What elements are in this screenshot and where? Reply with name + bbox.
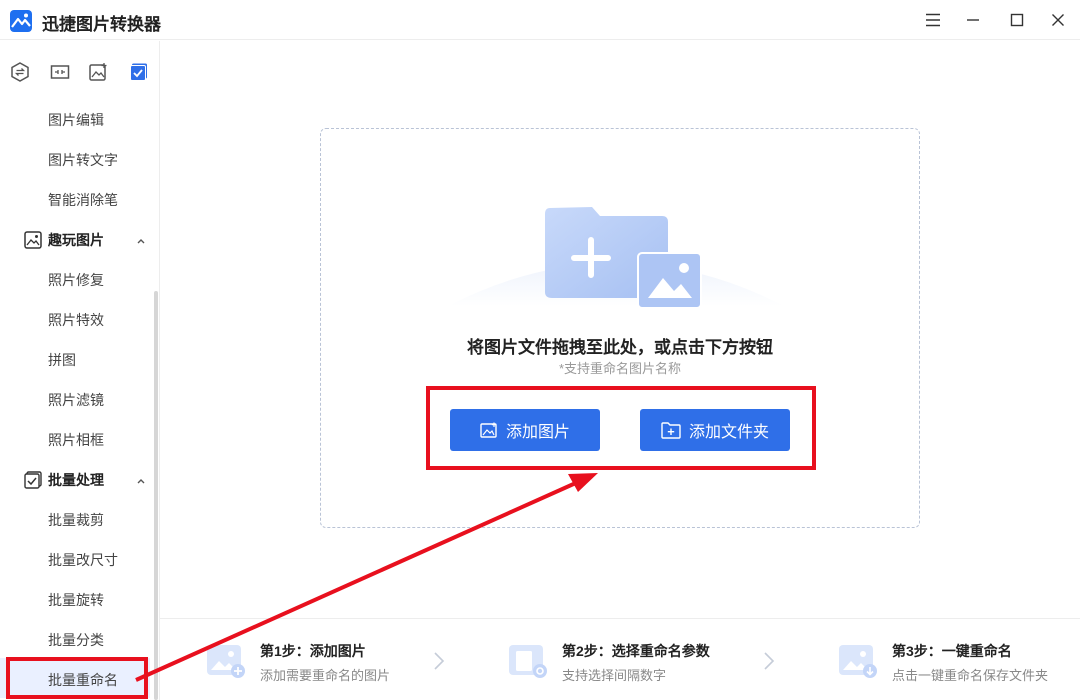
- steps-bar: 第1步：添加图片 添加需要重命名的图片 第2步：选择重命名参数 支持选择间隔数字…: [160, 618, 1080, 700]
- menu-button[interactable]: [921, 8, 945, 32]
- sidebar-item-photo-effects[interactable]: 照片特效: [48, 310, 104, 330]
- step-one-click-rename-icon: [839, 645, 877, 678]
- step-2-desc: 支持选择间隔数字: [562, 668, 667, 683]
- sidebar-item-batch-crop[interactable]: 批量裁剪: [48, 510, 104, 530]
- minimize-icon: [967, 19, 979, 21]
- tab-image-tools[interactable]: [87, 61, 109, 83]
- step-3-desc: 点击一键重命名保存文件夹: [892, 668, 1049, 683]
- chevron-right-icon: [764, 652, 775, 670]
- step-2-title: 第2步：选择重命名参数: [562, 643, 710, 659]
- app-window: 迅捷图片转换器 图片编辑 图片转文字 智能消除笔 趣玩图片 照片修复 照片特效 …: [0, 0, 1080, 700]
- sidebar-item-photo-repair[interactable]: 照片修复: [48, 270, 104, 290]
- sidebar-item-batch-classify[interactable]: 批量分类: [48, 630, 104, 650]
- app-logo-icon: [10, 10, 32, 32]
- title-bar: 迅捷图片转换器: [0, 0, 1080, 40]
- sidebar-item-batch-resize[interactable]: 批量改尺寸: [48, 550, 118, 570]
- sidebar-item-image-to-text[interactable]: 图片转文字: [48, 150, 118, 170]
- sidebar-item-smart-eraser[interactable]: 智能消除笔: [48, 190, 118, 210]
- minimize-button[interactable]: [961, 8, 985, 32]
- tab-convert[interactable]: [9, 61, 31, 83]
- tab-compress[interactable]: [49, 61, 71, 83]
- sidebar-group-fun-label: 趣玩图片: [48, 232, 104, 248]
- image-tools-icon: [89, 63, 107, 81]
- drop-instruction-subtitle: *支持重命名图片名称: [558, 361, 682, 376]
- step-add-image-icon: [207, 645, 245, 678]
- fun-images-icon: [24, 231, 42, 249]
- chevron-up-icon[interactable]: [136, 236, 146, 246]
- step-3-title: 第3步：一键重命名: [892, 643, 1012, 659]
- annotation-box-buttons: [426, 386, 816, 470]
- app-title: 迅捷图片转换器: [42, 15, 161, 34]
- convert-icon: [11, 62, 29, 82]
- compress-icon: [50, 65, 70, 79]
- maximize-button[interactable]: [1005, 8, 1029, 32]
- sidebar-group-fun[interactable]: 趣玩图片: [24, 230, 104, 250]
- sidebar-item-photo-frames[interactable]: 照片相框: [48, 430, 104, 450]
- step-1-title: 第1步：添加图片: [260, 643, 366, 659]
- drop-instruction-title: 将图片文件拖拽至此处，或点击下方按钮: [467, 338, 773, 357]
- annotation-box-batch-rename: [6, 657, 148, 699]
- menu-icon: [926, 13, 940, 27]
- chevron-up-icon[interactable]: [136, 476, 146, 486]
- sidebar-item-batch-rotate[interactable]: 批量旋转: [48, 590, 104, 610]
- maximize-icon: [1010, 13, 1024, 27]
- close-button[interactable]: [1046, 8, 1070, 32]
- chevron-right-icon: [434, 652, 445, 670]
- sidebar-scrollbar[interactable]: [154, 291, 158, 700]
- close-icon: [1052, 14, 1064, 26]
- sidebar-tabs: [0, 41, 160, 101]
- sidebar-item-photo-filters[interactable]: 照片滤镜: [48, 390, 104, 410]
- tab-batch[interactable]: [128, 61, 150, 83]
- batch-process-icon: [24, 471, 42, 489]
- step-1-desc: 添加需要重命名的图片: [260, 668, 391, 683]
- sidebar-group-batch[interactable]: 批量处理: [24, 470, 104, 490]
- step-rename-params-icon: [509, 645, 547, 678]
- sidebar-group-batch-label: 批量处理: [48, 472, 104, 488]
- folder-add-illustration: [448, 207, 784, 309]
- sidebar-item-collage[interactable]: 拼图: [48, 350, 76, 370]
- batch-active-icon: [130, 63, 147, 81]
- sidebar-item-image-edit[interactable]: 图片编辑: [48, 110, 104, 130]
- sidebar: 图片编辑 图片转文字 智能消除笔 趣玩图片 照片修复 照片特效 拼图 照片滤镜 …: [0, 41, 160, 700]
